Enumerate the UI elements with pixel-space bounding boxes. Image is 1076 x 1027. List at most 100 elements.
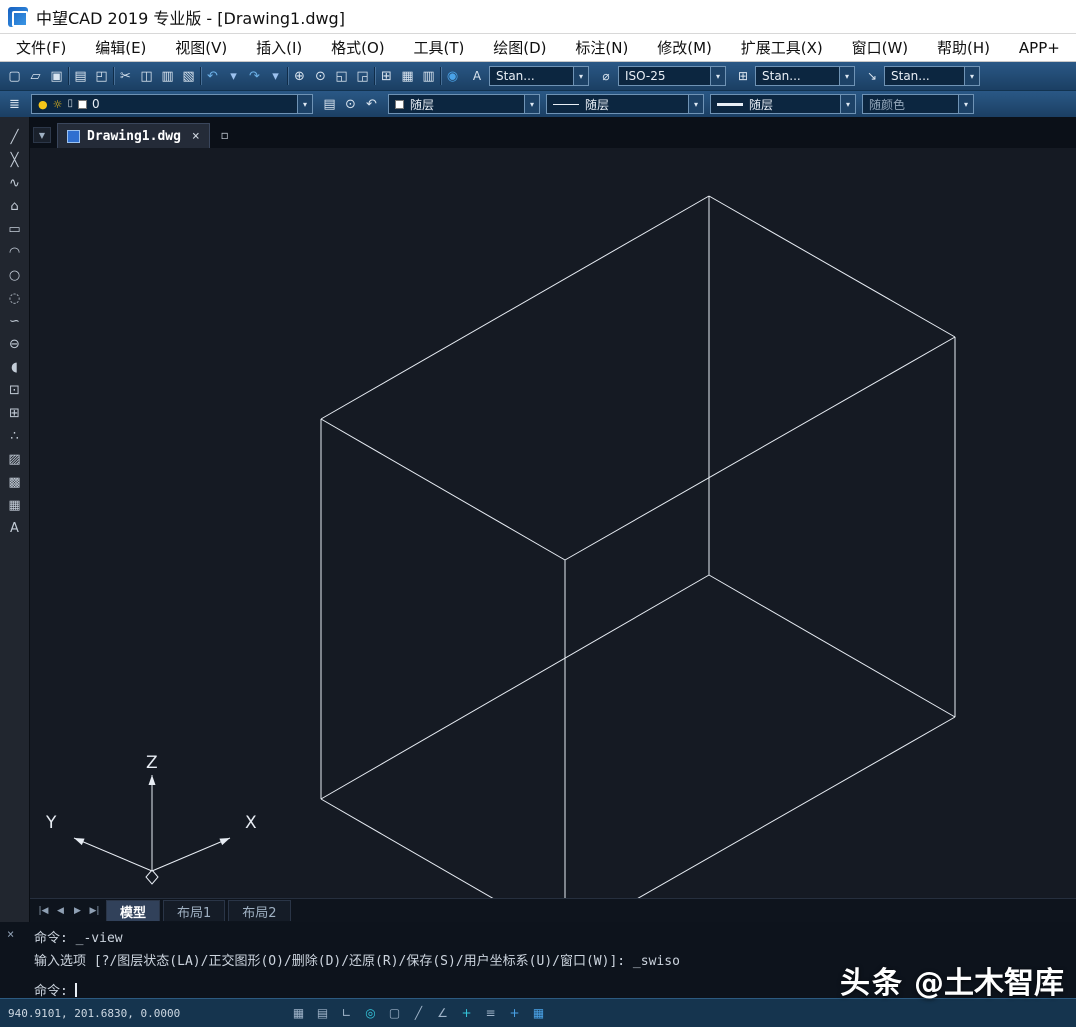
plotstyle-combo[interactable]: 随颜色 ▾ xyxy=(862,94,974,114)
menu-insert[interactable]: 插入(I) xyxy=(252,35,306,60)
lineweight-display-icon[interactable]: ≡ xyxy=(482,1005,499,1022)
undo-icon[interactable]: ↶ xyxy=(202,65,223,87)
close-command-icon[interactable]: × xyxy=(7,927,14,941)
revision-cloud-icon[interactable]: ◌ xyxy=(4,288,26,309)
dropdown-arrow-icon[interactable]: ▾ xyxy=(840,95,855,113)
layer-previous-icon[interactable]: ↶ xyxy=(361,93,382,115)
named-views-icon[interactable]: ▦ xyxy=(397,65,418,87)
menu-file[interactable]: 文件(F) xyxy=(12,35,70,60)
close-tab-icon[interactable]: × xyxy=(192,129,200,144)
viewports-icon[interactable]: ⊞ xyxy=(376,65,397,87)
copy-icon[interactable]: ◫ xyxy=(136,65,157,87)
ellipse-icon[interactable]: ⊖ xyxy=(4,334,26,355)
construction-line-icon[interactable]: ╳ xyxy=(4,150,26,171)
cut-icon[interactable]: ✂ xyxy=(115,65,136,87)
zoom-realtime-icon[interactable]: ⊙ xyxy=(310,65,331,87)
ortho-icon[interactable]: ∟ xyxy=(338,1005,355,1022)
linetype-combo[interactable]: 随层 ▾ xyxy=(546,94,704,114)
snap-icon[interactable]: ▤ xyxy=(314,1005,331,1022)
drawing-canvas[interactable]: Z X Y xyxy=(30,148,1076,898)
first-tab-button[interactable]: |◀ xyxy=(35,902,52,919)
command-window[interactable]: × 命令: _-view 输入选项 [?/图层状态(LA)/正交图形(O)/删除… xyxy=(0,922,1076,999)
otrack-icon[interactable]: ╱ xyxy=(410,1005,427,1022)
polyline-icon[interactable]: ∿ xyxy=(4,173,26,194)
menu-tools[interactable]: 工具(T) xyxy=(410,35,469,60)
new-tab-button[interactable]: ▫ xyxy=(216,126,234,144)
tab-layout1[interactable]: 布局1 xyxy=(163,900,226,921)
mleader-style-combo[interactable]: ↘ Stan... ▾ xyxy=(864,66,980,86)
plot-preview-icon[interactable]: ◰ xyxy=(91,65,112,87)
annotation-scale-icon[interactable]: ▦ xyxy=(530,1005,547,1022)
dropdown-arrow-icon[interactable]: ▾ xyxy=(524,95,539,113)
text-style-combo[interactable]: A Stan... ▾ xyxy=(469,66,589,86)
insert-block-icon[interactable]: ⊡ xyxy=(4,380,26,401)
point-icon[interactable]: ∴ xyxy=(4,426,26,447)
new-file-icon[interactable]: ▢ xyxy=(4,65,25,87)
make-object-layer-current-icon[interactable]: ⊙ xyxy=(340,93,361,115)
table-style-combo[interactable]: ⊞ Stan... ▾ xyxy=(735,66,855,86)
last-tab-button[interactable]: ▶| xyxy=(86,902,103,919)
line-icon[interactable]: ╱ xyxy=(4,127,26,148)
layer-states-icon[interactable]: ▤ xyxy=(319,93,340,115)
menu-app-plus[interactable]: APP+ xyxy=(1015,37,1064,59)
make-block-icon[interactable]: ⊞ xyxy=(4,403,26,424)
dyn-input-icon[interactable]: + xyxy=(458,1005,475,1022)
dim-style-combo[interactable]: ⌀ ISO-25 ▾ xyxy=(598,66,726,86)
next-tab-button[interactable]: ▶ xyxy=(69,902,86,919)
tab-drawing1[interactable]: Drawing1.dwg × xyxy=(57,123,210,148)
dropdown-arrow-icon[interactable]: ▾ xyxy=(958,95,973,113)
rectangle-icon[interactable]: ▭ xyxy=(4,219,26,240)
dropdown-arrow-icon[interactable]: ▾ xyxy=(573,67,588,85)
menu-edit[interactable]: 编辑(E) xyxy=(91,35,150,60)
menu-window[interactable]: 窗口(W) xyxy=(848,35,913,60)
color-combo[interactable]: 随层 ▾ xyxy=(388,94,540,114)
model-view[interactable]: Z X Y xyxy=(30,148,1076,898)
sheet-set-icon[interactable]: ▥ xyxy=(418,65,439,87)
polygon-icon[interactable]: ⌂ xyxy=(4,196,26,217)
ducs-icon[interactable]: ∠ xyxy=(434,1005,451,1022)
plot-icon[interactable]: ▤ xyxy=(70,65,91,87)
gradient-icon[interactable]: ▩ xyxy=(4,472,26,493)
lineweight-combo[interactable]: 随层 ▾ xyxy=(710,94,856,114)
spline-icon[interactable]: ∽ xyxy=(4,311,26,332)
match-properties-icon[interactable]: ▧ xyxy=(178,65,199,87)
zoom-previous-icon[interactable]: ◲ xyxy=(352,65,373,87)
grid-icon[interactable]: ▦ xyxy=(290,1005,307,1022)
dropdown-arrow-icon[interactable]: ▾ xyxy=(839,67,854,85)
polar-tracking-icon[interactable]: ◎ xyxy=(362,1005,379,1022)
ellipse-arc-icon[interactable]: ◖ xyxy=(4,357,26,378)
menu-modify[interactable]: 修改(M) xyxy=(653,35,716,60)
previous-tab-button[interactable]: ◀ xyxy=(52,902,69,919)
tab-model[interactable]: 模型 xyxy=(106,900,161,921)
menu-format[interactable]: 格式(O) xyxy=(327,35,389,60)
tab-list-button[interactable]: ▼ xyxy=(33,127,51,143)
dropdown-arrow-icon[interactable]: ▾ xyxy=(964,67,979,85)
open-folder-icon[interactable]: ▱ xyxy=(25,65,46,87)
redo-history-arrow-icon[interactable]: ▾ xyxy=(265,65,286,87)
circle-icon[interactable]: ○ xyxy=(4,265,26,286)
dropdown-arrow-icon[interactable]: ▾ xyxy=(710,67,725,85)
zoom-window-icon[interactable]: ◱ xyxy=(331,65,352,87)
menu-express-tools[interactable]: 扩展工具(X) xyxy=(737,35,827,60)
command-input[interactable]: 命令: xyxy=(34,980,680,999)
layer-properties-icon[interactable]: ≣ xyxy=(4,93,25,115)
menu-view[interactable]: 视图(V) xyxy=(171,35,231,60)
arc-icon[interactable]: ◠ xyxy=(4,242,26,263)
mtext-icon[interactable]: A xyxy=(4,518,26,539)
menu-draw[interactable]: 绘图(D) xyxy=(489,35,550,60)
hatch-icon[interactable]: ▨ xyxy=(4,449,26,470)
pan-icon[interactable]: ⊕ xyxy=(289,65,310,87)
tab-layout2[interactable]: 布局2 xyxy=(228,900,291,921)
dropdown-arrow-icon[interactable]: ▾ xyxy=(688,95,703,113)
help-icon[interactable]: ◉ xyxy=(442,65,463,87)
model-paper-toggle-icon[interactable]: + xyxy=(506,1005,523,1022)
paste-icon[interactable]: ▥ xyxy=(157,65,178,87)
table-icon[interactable]: ▦ xyxy=(4,495,26,516)
menu-help[interactable]: 帮助(H) xyxy=(933,35,994,60)
osnap-icon[interactable]: ▢ xyxy=(386,1005,403,1022)
redo-icon[interactable]: ↷ xyxy=(244,65,265,87)
dropdown-arrow-icon[interactable]: ▾ xyxy=(297,95,312,113)
layer-combo[interactable]: ● ☼ ▯ 0 ▾ xyxy=(31,94,313,114)
undo-history-arrow-icon[interactable]: ▾ xyxy=(223,65,244,87)
menu-dimension[interactable]: 标注(N) xyxy=(571,35,632,60)
